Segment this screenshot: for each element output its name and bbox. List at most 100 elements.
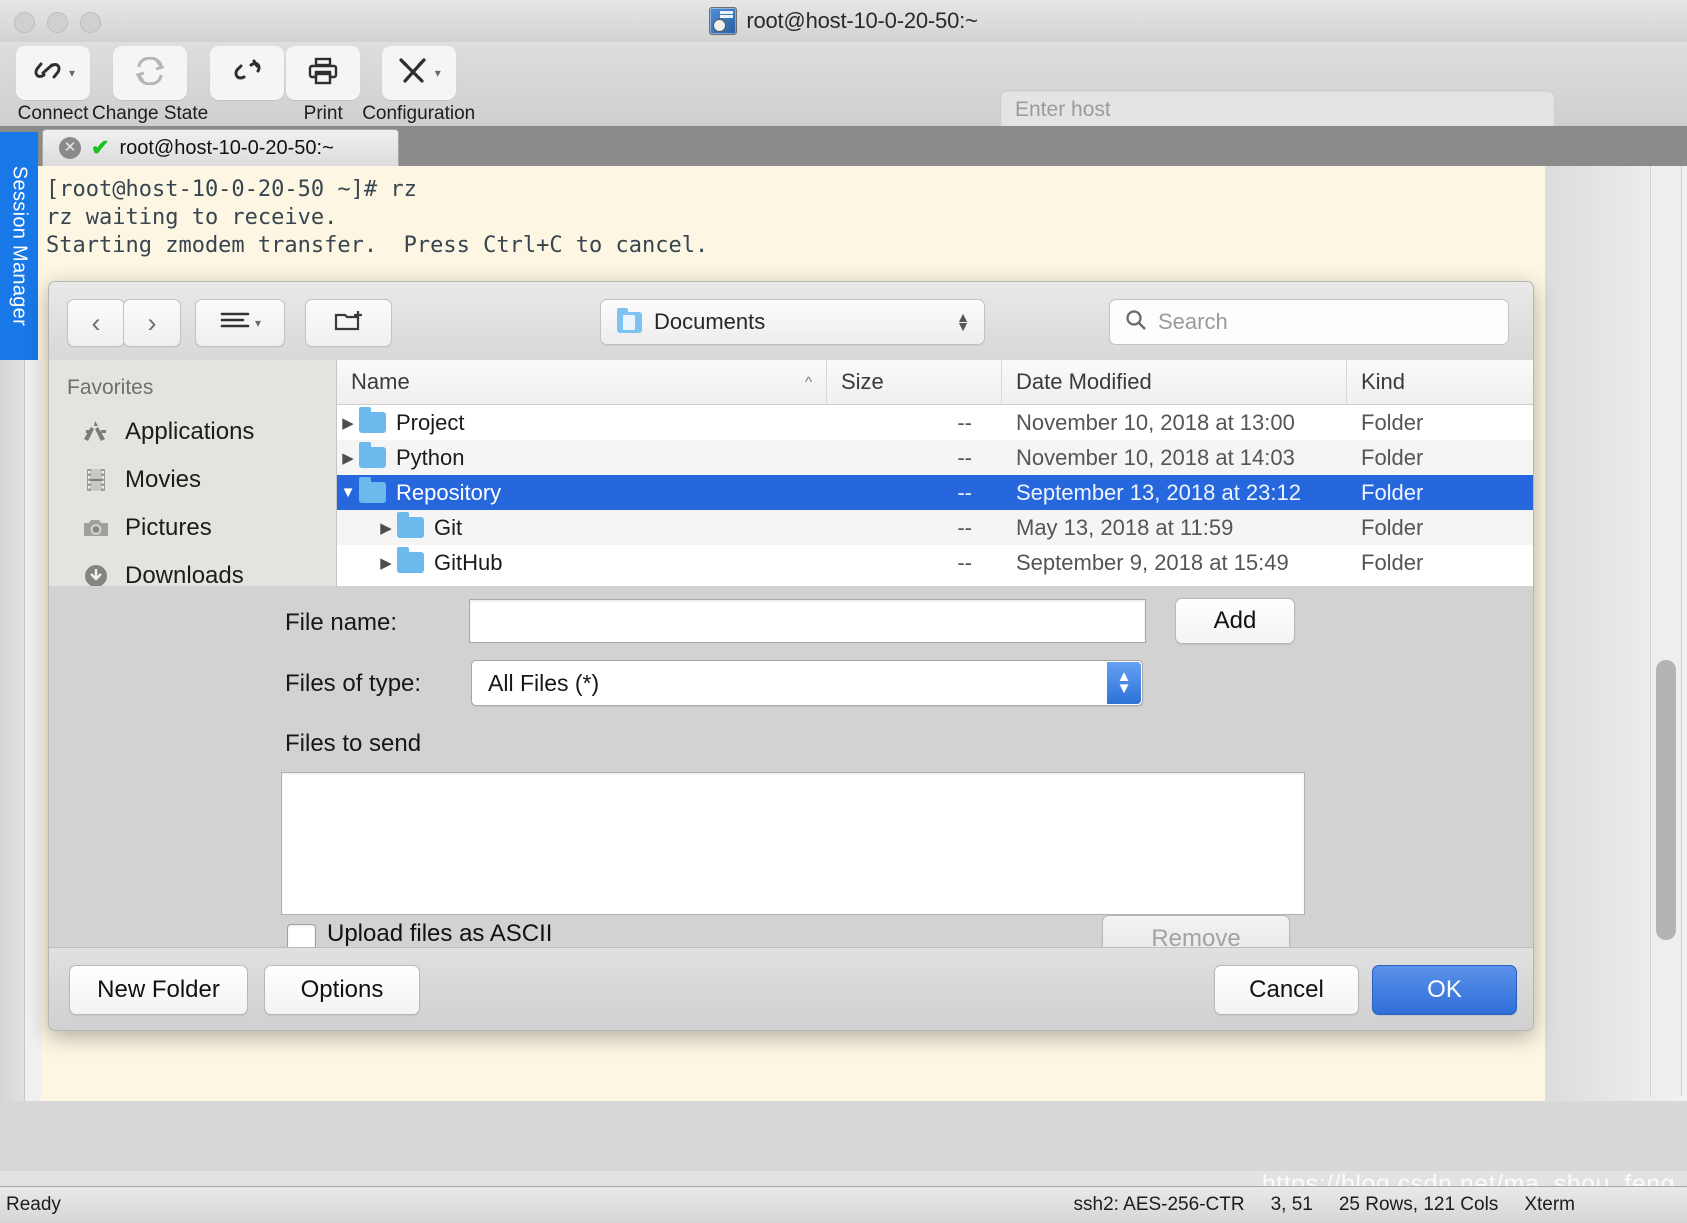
row-name-label: Git [434,515,462,541]
row-name-cell: ▶ GitHub [337,550,827,576]
disclosure-triangle-icon[interactable]: ▼ [337,484,359,501]
toolbar-item-print[interactable]: Print [286,46,360,125]
session-manager-rail[interactable]: Session Manager [0,132,38,360]
row-date-cell: September 9, 2018 at 15:49 [1002,550,1347,576]
tab-title: root@host-10-0-20-50:~ [119,137,333,160]
files-of-type-select[interactable]: All Files (*) ▲▼ [471,660,1143,706]
sidebar-label-pictures: Pictures [125,514,212,542]
terminal-scrollbar-thumb[interactable] [1656,660,1676,940]
status-right-group: ssh2: AES-256-CTR 3, 51 25 Rows, 121 Col… [1074,1194,1576,1216]
sidebar-label-applications: Applications [125,418,254,446]
disconnect-button[interactable] [210,46,284,100]
sidebar-item-pictures[interactable]: Pictures [49,504,336,552]
sidebar-item-applications[interactable]: Applications [49,408,336,456]
tab-session[interactable]: ✕ ✔ root@host-10-0-20-50:~ [42,129,399,166]
chevron-down-icon[interactable]: ▾ [69,66,75,80]
search-placeholder: Search [1158,309,1228,335]
forward-button[interactable]: › [123,299,181,347]
row-kind-cell: Folder [1347,550,1533,576]
toolbar-item-configuration[interactable]: ▾ Configuration [362,46,475,125]
row-name-cell: ▼ Repository [337,480,827,506]
column-header-date[interactable]: Date Modified [1002,360,1347,404]
table-row[interactable]: ▶ Git -- May 13, 2018 at 11:59 Folder [337,510,1533,545]
window-title: root@host-10-0-20-50:~ [746,8,977,34]
configuration-button[interactable]: ▾ [382,46,456,100]
repeat-arrows-icon [133,57,167,90]
broken-link-icon [231,57,263,90]
host-field-wrapper[interactable] [1000,90,1555,130]
table-row[interactable]: ▶ GitHub -- September 9, 2018 at 15:49 F… [337,545,1533,580]
view-options-button[interactable]: ▾ [195,299,285,347]
dialog-navbar: ‹ › ▾ [49,282,1533,361]
file-name-field-wrapper[interactable] [469,599,1146,643]
add-button-label: Add [1214,607,1257,635]
favorites-sidebar: Favorites Applica [49,360,337,586]
hammer-wrench-icon [397,57,431,90]
search-field-wrapper[interactable]: Search [1109,299,1509,345]
column-header-kind[interactable]: Kind [1347,360,1533,404]
options-label: Options [301,976,384,1004]
connect-button[interactable]: ▾ [16,46,90,100]
row-name-cell: ▶ Git [337,515,827,541]
toolbar-label-change-state: Change State [92,103,208,125]
folder-icon [397,517,424,538]
options-button[interactable]: Options [264,965,420,1015]
ok-button[interactable]: OK [1372,965,1517,1015]
row-kind-cell: Folder [1347,410,1533,436]
toolbar-label-print: Print [304,103,343,125]
add-button[interactable]: Add [1175,598,1295,644]
sidebar-item-movies[interactable]: Movies [49,456,336,504]
toolbar-label-configuration: Configuration [362,103,475,125]
close-circle-icon[interactable]: ✕ [59,137,81,159]
disclosure-triangle-icon[interactable]: ▶ [337,449,359,467]
toolbar-item-connect[interactable]: ▾ Connect [16,46,90,125]
table-row[interactable]: ▶ Project -- November 10, 2018 at 13:00 … [337,405,1533,440]
status-geometry: 25 Rows, 121 Cols [1339,1194,1498,1216]
up-down-stepper-icon[interactable]: ▲▼ [956,313,970,331]
table-row[interactable]: ▼ Repository -- September 13, 2018 at 23… [337,475,1533,510]
column-label-name: Name [351,369,410,395]
disclosure-triangle-icon[interactable]: ▶ [375,519,397,537]
up-down-stepper-icon[interactable]: ▲▼ [1107,662,1141,704]
camera-icon [81,513,111,543]
ok-label: OK [1427,976,1462,1004]
downloads-icon [81,561,111,586]
sidebar-item-downloads[interactable]: Downloads [49,552,336,586]
row-size-cell: -- [827,410,1002,436]
folder-icon [397,552,424,573]
table-row[interactable]: ▶ Python -- November 10, 2018 at 14:03 F… [337,440,1533,475]
window-titlebar: root@host-10-0-20-50:~ [0,0,1687,43]
disclosure-triangle-icon[interactable]: ▶ [337,414,359,432]
cancel-button[interactable]: Cancel [1214,965,1359,1015]
session-manager-label: Session Manager [8,166,31,326]
row-size-cell: -- [827,550,1002,576]
toolbar-item-change-state[interactable]: Change State [92,46,208,125]
status-ready: Ready [6,1194,61,1216]
path-popup-button[interactable]: Documents ▲▼ [600,299,985,345]
host-input[interactable] [1001,91,1554,129]
files-of-type-value: All Files (*) [472,670,599,697]
sidebar-label-movies: Movies [125,466,201,494]
new-folder-button[interactable] [305,299,392,347]
disclosure-triangle-icon[interactable]: ▶ [375,554,397,572]
file-name-input[interactable] [470,600,1145,642]
chevron-down-icon[interactable]: ▾ [435,66,441,80]
column-header-name[interactable]: Name ^ [337,360,827,404]
toolbar-item-disconnect[interactable] [210,46,284,125]
file-list[interactable]: Name ^ Size Date Modified Kind ▶ [337,360,1533,586]
window-left-inner-edge [24,360,41,1101]
row-name-label: Project [396,410,464,436]
row-kind-cell: Folder [1347,515,1533,541]
terminal-scrollbar[interactable] [1650,166,1682,1096]
files-to-send-label: Files to send [285,730,421,758]
chain-link-icon [31,57,65,90]
new-folder-button-footer[interactable]: New Folder [69,965,248,1015]
terminal-output: [root@host-10-0-20-50 ~]# rz rz waiting … [38,166,1545,260]
column-header-size[interactable]: Size [827,360,1002,404]
column-label-size: Size [827,369,1001,395]
files-to-send-listbox[interactable] [281,772,1305,915]
print-button[interactable] [286,46,360,100]
change-state-button[interactable] [113,46,187,100]
printer-icon [308,56,338,91]
back-button[interactable]: ‹ [67,299,125,347]
